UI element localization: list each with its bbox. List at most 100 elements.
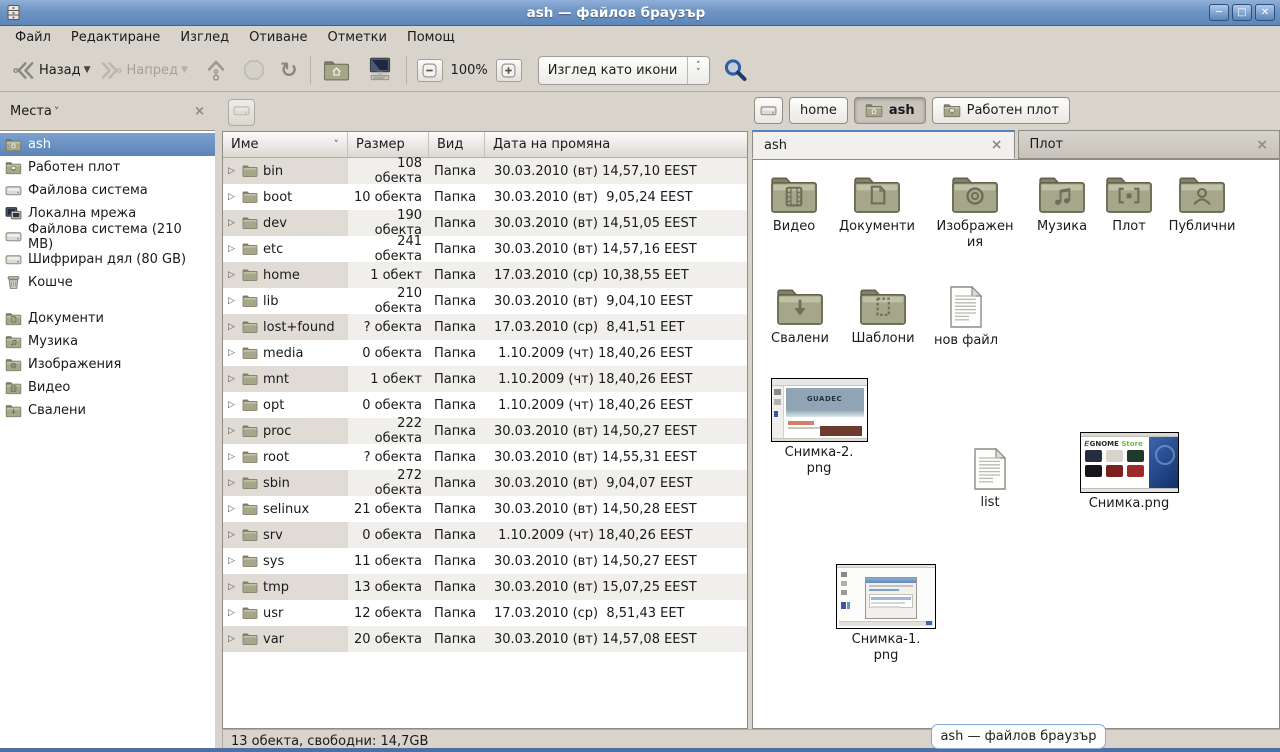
zoom-in-button[interactable] [496, 59, 522, 82]
zoom-out-button[interactable] [417, 59, 443, 82]
table-row[interactable]: ▷ bin108 обектаПапка30.03.2010 (вт) 14,5… [223, 158, 747, 184]
sidebar-splitter[interactable] [215, 93, 222, 752]
table-row[interactable]: ▷ root? обектаПапка30.03.2010 (вт) 14,55… [223, 444, 747, 470]
icon-view-item[interactable]: Плот [1087, 172, 1171, 235]
sidebar-close-icon[interactable]: × [194, 104, 205, 119]
expander-icon[interactable]: ▷ [228, 400, 237, 410]
sidebar-item-4[interactable]: Файлова система (210 MB) [0, 225, 215, 248]
expander-icon[interactable]: ▷ [228, 192, 237, 202]
expander-icon[interactable]: ▷ [228, 166, 237, 176]
maximize-button[interactable]: □ [1232, 4, 1252, 21]
menu-item-4[interactable]: Отметки [317, 28, 396, 47]
menu-item-5[interactable]: Помощ [397, 28, 465, 47]
search-button[interactable] [722, 57, 749, 84]
expander-icon[interactable]: ▷ [228, 530, 237, 540]
table-row[interactable]: ▷ selinux21 обектаПапка30.03.2010 (вт) 1… [223, 496, 747, 522]
sidebar-item-8[interactable]: Документи [0, 307, 215, 330]
table-row[interactable]: ▷ proc222 обектаПапка30.03.2010 (вт) 14,… [223, 418, 747, 444]
home-button[interactable] [319, 57, 354, 84]
tab-close-icon[interactable]: × [991, 138, 1003, 152]
sidebar-item-2[interactable]: Файлова система [0, 179, 215, 202]
expander-icon[interactable]: ▷ [228, 608, 237, 618]
expander-icon[interactable]: ▷ [228, 296, 237, 306]
expander-icon[interactable]: ▷ [228, 478, 237, 488]
expander-icon[interactable]: ▷ [228, 218, 237, 228]
path-button-root[interactable] [754, 97, 783, 124]
icon-view-item[interactable]: нов файл [924, 284, 1008, 349]
sidebar-item-0[interactable]: ash [0, 133, 215, 156]
icon-view-item[interactable]: Снимка-1.png [836, 564, 936, 664]
column-header-type[interactable]: Вид [429, 132, 485, 157]
expander-icon[interactable]: ▷ [228, 374, 237, 384]
icon-view-item[interactable]: Шаблони [841, 284, 925, 347]
sidebar-item-12[interactable]: Свалени [0, 399, 215, 422]
view-mode-select[interactable]: Изглед като икони ˄˅ [538, 56, 710, 85]
icon-view[interactable]: Видео Документи Изображения Музика Плот … [752, 159, 1280, 729]
back-dropdown-icon[interactable]: ▼ [84, 65, 91, 75]
icon-view-item[interactable]: Изображения [933, 172, 1017, 251]
table-row[interactable]: ▷ media0 обектаПапка 1.10.2009 (чт) 18,4… [223, 340, 747, 366]
column-header-name[interactable]: Име ˅ [223, 132, 348, 157]
icon-view-item[interactable]: Публични [1160, 172, 1244, 235]
titlebar[interactable]: ash — файлов браузър ─ □ ✕ [0, 0, 1280, 26]
icon-view-item[interactable]: Документи [835, 172, 919, 235]
table-row[interactable]: ▷ var20 обектаПапка30.03.2010 (вт) 14,57… [223, 626, 747, 652]
computer-button[interactable] [362, 54, 398, 86]
expander-icon[interactable]: ▷ [228, 322, 237, 332]
path-button-home[interactable]: home [789, 97, 848, 124]
icon-view-item[interactable]: 𝐸 GNOME Store Снимка.png [1079, 432, 1179, 512]
path-button-ash[interactable]: ash [854, 97, 926, 124]
icon-view-item[interactable]: Видео [752, 172, 836, 235]
icon-view-item[interactable]: list [950, 446, 1030, 511]
sidebar-item-9[interactable]: Музика [0, 330, 215, 353]
menu-item-3[interactable]: Отиване [239, 28, 317, 47]
sidebar-item-10[interactable]: Изображения [0, 353, 215, 376]
table-row[interactable]: ▷ dev190 обектаПапка30.03.2010 (вт) 14,5… [223, 210, 747, 236]
table-row[interactable]: ▷ lib210 обектаПапка30.03.2010 (вт) 9,04… [223, 288, 747, 314]
sidebar-item-6[interactable]: Кошче [0, 271, 215, 294]
table-row[interactable]: ▷ opt0 обектаПапка 1.10.2009 (чт) 18,40,… [223, 392, 747, 418]
tree-location-button[interactable] [228, 99, 255, 126]
taskbar-window-button[interactable]: ash — файлов браузър [931, 724, 1106, 749]
up-button[interactable] [200, 55, 232, 85]
table-row[interactable]: ▷ sys11 обектаПапка30.03.2010 (вт) 14,50… [223, 548, 747, 574]
tab-ash[interactable]: ash× [752, 130, 1015, 159]
table-row[interactable]: ▷ boot10 обектаПапка30.03.2010 (вт) 9,05… [223, 184, 747, 210]
expander-icon[interactable]: ▷ [228, 348, 237, 358]
chevron-down-icon[interactable]: ˅ [54, 105, 60, 118]
expander-icon[interactable]: ▷ [228, 426, 237, 436]
table-row[interactable]: ▷ etc241 обектаПапка30.03.2010 (вт) 14,5… [223, 236, 747, 262]
icon-view-item[interactable]: GUADEC Снимка-2.png [769, 378, 869, 477]
menu-item-2[interactable]: Изглед [170, 28, 239, 47]
back-button[interactable]: Назад ▼ [7, 56, 95, 85]
column-header-size[interactable]: Размер [348, 132, 429, 157]
expander-icon[interactable]: ▷ [228, 582, 237, 592]
expander-icon[interactable]: ▷ [228, 504, 237, 514]
close-button[interactable]: ✕ [1255, 4, 1275, 21]
table-row[interactable]: ▷ usr12 обектаПапка17.03.2010 (ср) 8,51,… [223, 600, 747, 626]
expander-icon[interactable]: ▷ [228, 244, 237, 254]
menu-item-1[interactable]: Редактиране [61, 28, 170, 47]
table-row[interactable]: ▷ srv0 обектаПапка 1.10.2009 (чт) 18,40,… [223, 522, 747, 548]
sidebar-item-1[interactable]: Работен плот [0, 156, 215, 179]
sidebar-item-5[interactable]: Шифриран дял (80 GB) [0, 248, 215, 271]
icon-view-item[interactable]: Свалени [758, 284, 842, 347]
expander-icon[interactable]: ▷ [228, 556, 237, 566]
column-header-date[interactable]: Дата на промяна [485, 132, 747, 157]
table-row[interactable]: ▷ home1 обектПапка17.03.2010 (ср) 10,38,… [223, 262, 747, 288]
sidebar-item-11[interactable]: Видео [0, 376, 215, 399]
table-row[interactable]: ▷ lost+found? обектаПапка17.03.2010 (ср)… [223, 314, 747, 340]
table-row[interactable]: ▷ tmp13 обектаПапка30.03.2010 (вт) 15,07… [223, 574, 747, 600]
spinner-arrows-icon[interactable]: ˄˅ [687, 57, 709, 84]
forward-button[interactable]: Напред ▼ [95, 56, 192, 85]
path-button-Работен плот[interactable]: Работен плот [932, 97, 1070, 124]
table-row[interactable]: ▷ sbin272 обектаПапка30.03.2010 (вт) 9,0… [223, 470, 747, 496]
expander-icon[interactable]: ▷ [228, 634, 237, 644]
table-row[interactable]: ▷ mnt1 обектПапка 1.10.2009 (чт) 18,40,2… [223, 366, 747, 392]
tab-close-icon[interactable]: × [1256, 138, 1268, 152]
menu-item-0[interactable]: Файл [5, 28, 61, 47]
reload-button[interactable]: ↻ [276, 58, 302, 83]
minimize-button[interactable]: ─ [1209, 4, 1229, 21]
sidebar-title[interactable]: Места [10, 104, 52, 119]
tab-Плот[interactable]: Плот× [1018, 130, 1280, 159]
